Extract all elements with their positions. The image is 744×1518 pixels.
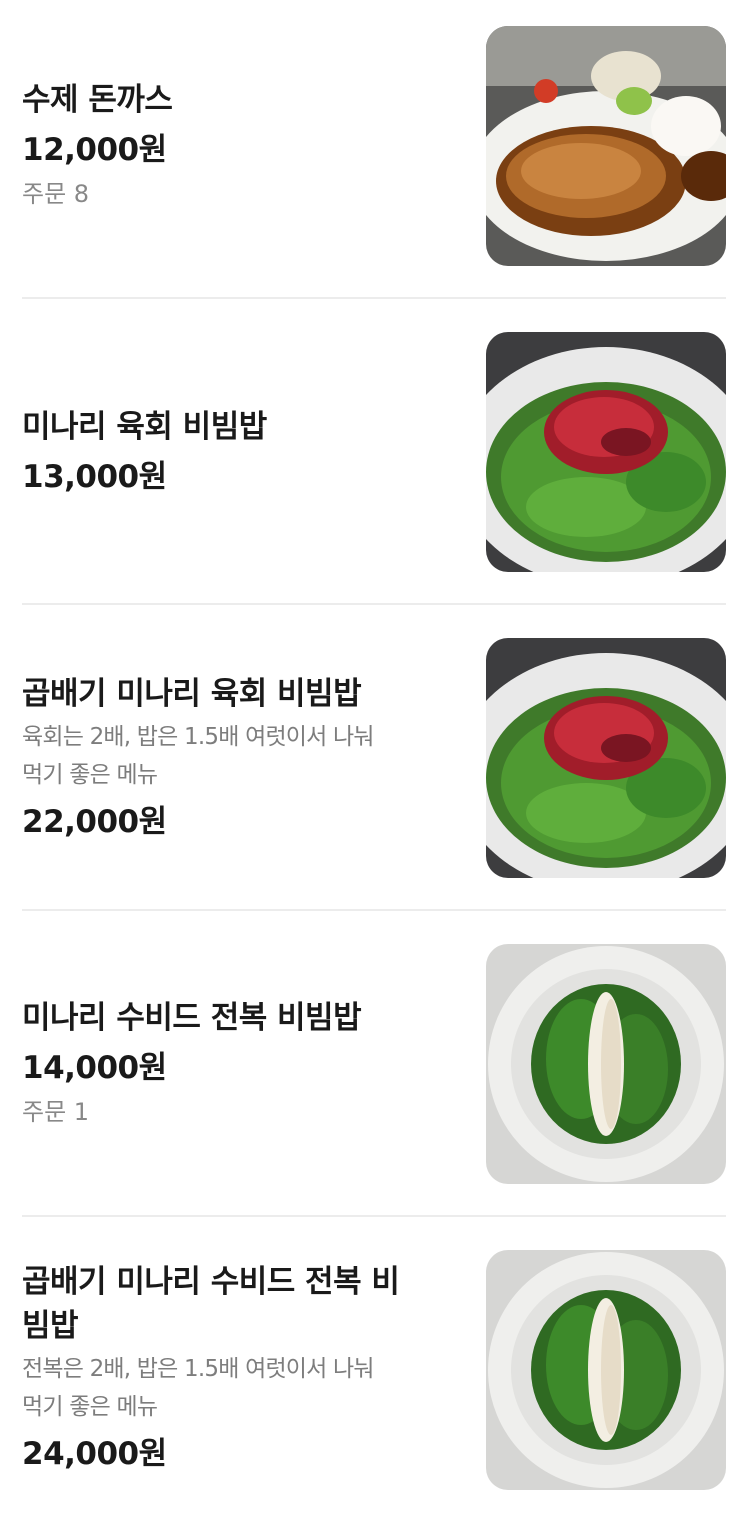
menu-item-info: 미나리 수비드 전복 비빔밥 14,000원 주문 1 xyxy=(22,944,442,1184)
menu-item-name: 미나리 육회 비빔밥 xyxy=(22,409,267,445)
menu-item-name: 곱배기 미나리 수비드 전복 비 빔밥 xyxy=(22,1260,442,1348)
menu-item-tonkatsu[interactable]: 수제 돈까스 12,000원 주문 8 xyxy=(22,26,726,266)
menu-item-price: 22,000원 xyxy=(22,804,167,840)
menu-item-info: 미나리 육회 비빔밥 13,000원 xyxy=(22,332,442,572)
name-line: 곱배기 미나리 수비드 전복 비 xyxy=(22,1264,400,1300)
menu-item-info: 곱배기 미나리 수비드 전복 비 빔밥 전복은 2배, 밥은 1.5배 여럿이서… xyxy=(22,1250,442,1490)
abalone-bibimbap-photo xyxy=(486,944,726,1184)
menu-item-price: 24,000원 xyxy=(22,1436,167,1472)
yukhoe-bibimbap-photo xyxy=(486,332,726,572)
menu-item-info: 수제 돈까스 12,000원 주문 8 xyxy=(22,26,442,266)
menu-item-description: 전복은 2배, 밥은 1.5배 여럿이서 나눠 먹기 좋은 메뉴 xyxy=(22,1350,442,1426)
abalone-bibimbap-photo xyxy=(486,1250,726,1490)
description-line: 먹기 좋은 메뉴 xyxy=(22,1394,158,1420)
divider xyxy=(22,603,726,605)
divider xyxy=(22,297,726,299)
description-line: 먹기 좋은 메뉴 xyxy=(22,762,158,788)
menu-item-large-yukhoe-bibimbap[interactable]: 곱배기 미나리 육회 비빔밥 육회는 2배, 밥은 1.5배 여럿이서 나눠 먹… xyxy=(22,638,726,878)
yukhoe-bibimbap-photo xyxy=(486,638,726,878)
description-line: 전복은 2배, 밥은 1.5배 여럿이서 나눠 xyxy=(22,1356,375,1382)
description-line: 육회는 2배, 밥은 1.5배 여럿이서 나눠 xyxy=(22,724,375,750)
menu-item-abalone-bibimbap[interactable]: 미나리 수비드 전복 비빔밥 14,000원 주문 1 xyxy=(22,944,726,1184)
menu-item-price: 12,000원 xyxy=(22,132,167,168)
menu-item-name: 미나리 수비드 전복 비빔밥 xyxy=(22,1000,362,1036)
menu-item-name: 수제 돈까스 xyxy=(22,82,173,118)
menu-item-order-count: 주문 8 xyxy=(22,180,90,208)
menu-item-order-count: 주문 1 xyxy=(22,1098,90,1126)
name-line: 빔밥 xyxy=(22,1308,79,1344)
divider xyxy=(22,1215,726,1217)
divider xyxy=(22,909,726,911)
tonkatsu-photo xyxy=(486,26,726,266)
menu-item-description: 육회는 2배, 밥은 1.5배 여럿이서 나눠 먹기 좋은 메뉴 xyxy=(22,718,442,794)
menu-item-large-abalone-bibimbap[interactable]: 곱배기 미나리 수비드 전복 비 빔밥 전복은 2배, 밥은 1.5배 여럿이서… xyxy=(22,1250,726,1490)
menu-item-price: 13,000원 xyxy=(22,459,167,495)
menu-item-name: 곱배기 미나리 육회 비빔밥 xyxy=(22,676,362,712)
menu-item-price: 14,000원 xyxy=(22,1050,167,1086)
menu-item-info: 곱배기 미나리 육회 비빔밥 육회는 2배, 밥은 1.5배 여럿이서 나눠 먹… xyxy=(22,638,442,878)
menu-item-yukhoe-bibimbap[interactable]: 미나리 육회 비빔밥 13,000원 xyxy=(22,332,726,572)
